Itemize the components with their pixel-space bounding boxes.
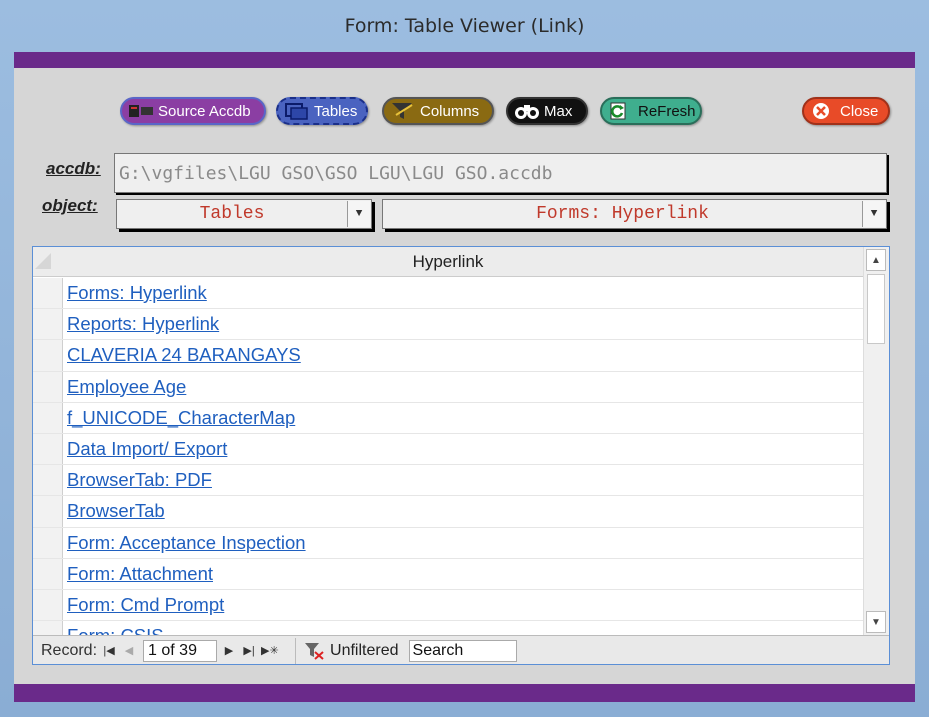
divider bbox=[295, 637, 297, 664]
close-label: Close bbox=[840, 102, 879, 120]
table-row: f_UNICODE_CharacterMap bbox=[33, 402, 863, 434]
close-icon bbox=[810, 101, 836, 121]
table-row: Form: Attachment bbox=[33, 558, 863, 590]
hyperlink-cell[interactable]: BrowserTab bbox=[67, 500, 165, 522]
next-record-icon[interactable]: ▶ bbox=[221, 644, 237, 657]
first-record-icon[interactable]: |◀ bbox=[101, 644, 117, 657]
record-navigation-bar: Record: |◀ ◀ 1 of 39 ▶ ▶| ▶✳ Unfiltered … bbox=[33, 635, 889, 664]
close-button[interactable]: Close bbox=[802, 97, 890, 125]
form-frame: Source Accdb Tables Columns Max ReFresh … bbox=[14, 52, 915, 702]
hyperlink-cell[interactable]: Forms: Hyperlink bbox=[67, 282, 207, 304]
row-selector[interactable] bbox=[33, 465, 63, 496]
column-header-label: Hyperlink bbox=[412, 251, 484, 271]
table-row: CLAVERIA 24 BARANGAYS bbox=[33, 340, 863, 372]
select-all-corner[interactable] bbox=[35, 253, 51, 269]
window-title: Form: Table Viewer (Link) bbox=[344, 15, 585, 37]
hyperlink-cell[interactable]: CLAVERIA 24 BARANGAYS bbox=[67, 344, 301, 366]
hyperlink-cell[interactable]: Form: Attachment bbox=[67, 563, 213, 585]
row-selector[interactable] bbox=[33, 558, 63, 589]
source-accdb-button[interactable]: Source Accdb bbox=[120, 97, 266, 125]
hyperlink-cell[interactable]: Reports: Hyperlink bbox=[67, 313, 219, 335]
database-icon bbox=[128, 101, 154, 121]
table-row: BrowserTab bbox=[33, 496, 863, 528]
hyperlink-cell[interactable]: BrowserTab: PDF bbox=[67, 469, 212, 491]
record-label: Record: bbox=[41, 641, 98, 659]
columns-filter-icon bbox=[390, 101, 416, 121]
tables-icon bbox=[284, 101, 310, 121]
scroll-down-arrow-icon[interactable]: ▼ bbox=[866, 611, 886, 633]
datasheet: Hyperlink Forms: Hyperlink Reports: Hype… bbox=[32, 246, 890, 665]
hyperlink-cell[interactable]: Form: Acceptance Inspection bbox=[67, 532, 306, 554]
row-selector[interactable] bbox=[33, 340, 63, 371]
row-selector[interactable] bbox=[33, 621, 63, 635]
table-row: Form: Cmd Prompt bbox=[33, 589, 863, 622]
row-selector[interactable] bbox=[33, 309, 63, 340]
refresh-label: ReFresh bbox=[638, 102, 696, 120]
row-selector[interactable] bbox=[33, 433, 63, 465]
refresh-button[interactable]: ReFresh bbox=[600, 97, 702, 125]
form-body: Source Accdb Tables Columns Max ReFresh … bbox=[14, 68, 915, 684]
scroll-up-arrow-icon[interactable]: ▲ bbox=[866, 249, 886, 271]
filter-label: Unfiltered bbox=[330, 641, 399, 659]
previous-record-icon[interactable]: ◀ bbox=[121, 644, 137, 657]
table-row: BrowserTab: PDF bbox=[33, 465, 863, 497]
hyperlink-cell[interactable]: Form: Cmd Prompt bbox=[67, 594, 224, 616]
table-row: Forms: Hyperlink bbox=[33, 278, 863, 310]
hyperlink-cell[interactable]: Employee Age bbox=[67, 376, 186, 398]
object-label: object: bbox=[42, 196, 98, 215]
accdb-path-value: G:\vgfiles\LGU GSO\GSO LGU\LGU GSO.accdb bbox=[119, 162, 553, 184]
row-selector[interactable] bbox=[33, 371, 63, 402]
chevron-down-icon[interactable]: ▼ bbox=[862, 201, 885, 227]
table-row: Data Import/ Export bbox=[33, 433, 863, 466]
datasheet-rows: Forms: Hyperlink Reports: Hyperlink CLAV… bbox=[33, 278, 863, 635]
row-selector[interactable] bbox=[33, 527, 63, 558]
row-selector[interactable] bbox=[33, 589, 63, 621]
table-row: Reports: Hyperlink bbox=[33, 309, 863, 341]
table-row: Form: Acceptance Inspection bbox=[33, 527, 863, 559]
title-bar[interactable]: Form: Table Viewer (Link) bbox=[0, 0, 929, 52]
tables-button[interactable]: Tables bbox=[276, 97, 368, 125]
refresh-icon bbox=[608, 101, 634, 121]
row-selector[interactable] bbox=[33, 278, 63, 309]
search-input[interactable]: Search bbox=[408, 639, 517, 662]
chevron-down-icon[interactable]: ▼ bbox=[347, 201, 370, 227]
row-selector[interactable] bbox=[33, 496, 63, 527]
last-record-icon[interactable]: ▶| bbox=[241, 644, 257, 657]
app-window: Form: Table Viewer (Link) Source Accdb T… bbox=[0, 0, 929, 717]
table-row: Employee Age bbox=[33, 371, 863, 403]
object-type-value: Tables bbox=[199, 204, 265, 224]
columns-label: Columns bbox=[420, 102, 480, 120]
accdb-label: accdb: bbox=[46, 159, 101, 178]
accdb-path-field[interactable]: G:\vgfiles\LGU GSO\GSO LGU\LGU GSO.accdb bbox=[114, 153, 887, 193]
form-header-bar bbox=[14, 52, 915, 68]
row-selector[interactable] bbox=[33, 402, 63, 433]
column-header[interactable]: Hyperlink bbox=[33, 247, 863, 277]
hyperlink-cell[interactable]: Data Import/ Export bbox=[67, 438, 227, 460]
max-label: Max bbox=[544, 102, 573, 120]
object-type-select[interactable]: Tables ▼ bbox=[116, 199, 372, 229]
binoculars-icon bbox=[514, 101, 540, 121]
vertical-scrollbar[interactable]: ▲ ▼ bbox=[863, 247, 889, 635]
scroll-thumb[interactable] bbox=[867, 274, 885, 344]
hyperlink-cell[interactable]: Form: CSIS... bbox=[67, 625, 179, 635]
table-row: Form: CSIS... bbox=[33, 621, 863, 635]
max-button[interactable]: Max bbox=[506, 97, 588, 125]
object-name-value: Forms: Hyperlink bbox=[536, 204, 709, 224]
new-record-icon[interactable]: ▶✳ bbox=[261, 644, 279, 657]
source-accdb-label: Source Accdb bbox=[158, 102, 251, 120]
columns-button[interactable]: Columns bbox=[382, 97, 494, 125]
filter-toggle[interactable]: Unfiltered bbox=[304, 641, 399, 660]
filter-off-icon bbox=[304, 642, 324, 660]
hyperlink-cell[interactable]: f_UNICODE_CharacterMap bbox=[67, 407, 295, 429]
form-footer-bar bbox=[14, 684, 915, 702]
record-position-input[interactable]: 1 of 39 bbox=[143, 639, 218, 662]
object-name-select[interactable]: Forms: Hyperlink ▼ bbox=[382, 199, 887, 229]
tables-label: Tables bbox=[314, 102, 358, 120]
